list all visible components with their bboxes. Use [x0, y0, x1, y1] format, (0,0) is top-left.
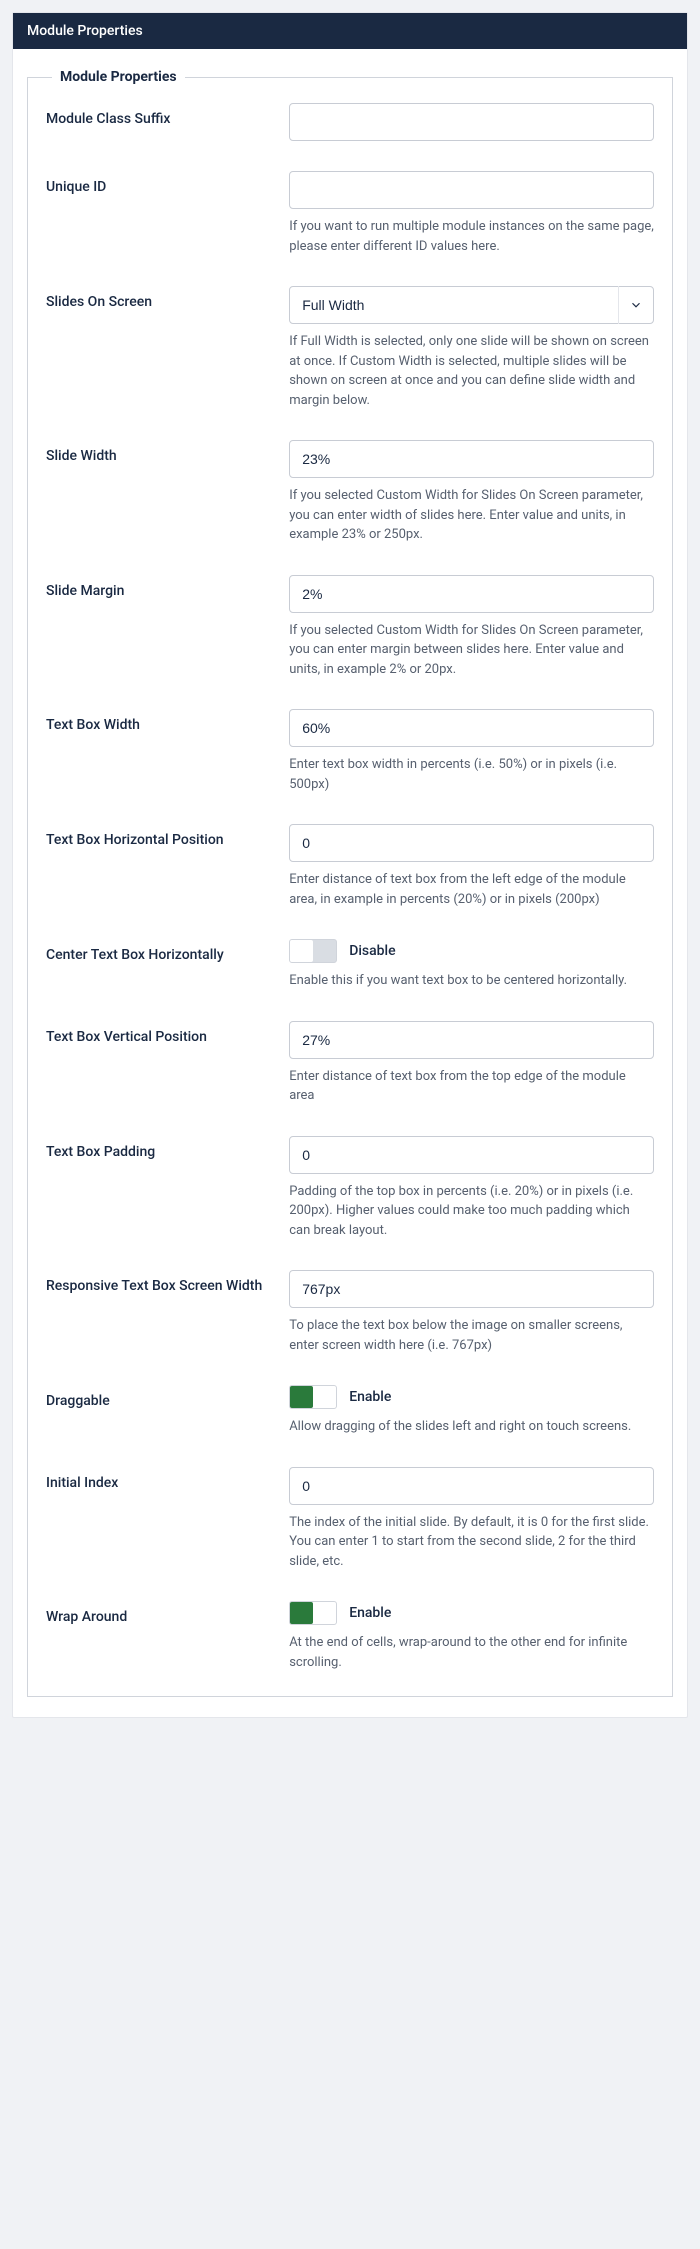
- toggle-state-center-text-box: Disable: [349, 943, 395, 959]
- field-slide-margin: Slide Margin If you selected Custom Widt…: [46, 575, 654, 680]
- help-wrap-around: At the end of cells, wrap-around to the …: [289, 1633, 654, 1672]
- help-draggable: Allow dragging of the slides left and ri…: [289, 1417, 654, 1437]
- label-text-box-horizontal: Text Box Horizontal Position: [46, 824, 289, 848]
- field-text-box-horizontal: Text Box Horizontal Position Enter dista…: [46, 824, 654, 909]
- input-text-box-horizontal[interactable]: [289, 824, 654, 862]
- field-wrap-around: Wrap Around Enable At the end of cells, …: [46, 1601, 654, 1672]
- label-text-box-width: Text Box Width: [46, 709, 289, 733]
- help-text-box-padding: Padding of the top box in percents (i.e.…: [289, 1182, 654, 1241]
- label-text-box-vertical: Text Box Vertical Position: [46, 1021, 289, 1045]
- field-text-box-width: Text Box Width Enter text box width in p…: [46, 709, 654, 794]
- label-unique-id: Unique ID: [46, 171, 289, 195]
- group-legend: Module Properties: [52, 69, 185, 85]
- label-draggable: Draggable: [46, 1385, 289, 1409]
- panel-header: Module Properties: [13, 13, 687, 49]
- toggle-wrap-around[interactable]: [289, 1601, 337, 1625]
- field-slide-width: Slide Width If you selected Custom Width…: [46, 440, 654, 545]
- label-initial-index: Initial Index: [46, 1467, 289, 1491]
- field-responsive-width: Responsive Text Box Screen Width To plac…: [46, 1270, 654, 1355]
- toggle-center-text-box[interactable]: [289, 939, 337, 963]
- help-center-text-box: Enable this if you want text box to be c…: [289, 971, 654, 991]
- label-slide-margin: Slide Margin: [46, 575, 289, 599]
- module-properties-group: Module Properties Module Class Suffix Un…: [27, 69, 673, 1697]
- panel-body: Module Properties Module Class Suffix Un…: [13, 49, 687, 1717]
- field-center-text-box: Center Text Box Horizontally Disable Ena…: [46, 939, 654, 991]
- label-center-text-box: Center Text Box Horizontally: [46, 939, 289, 963]
- field-text-box-vertical: Text Box Vertical Position Enter distanc…: [46, 1021, 654, 1106]
- input-initial-index[interactable]: [289, 1467, 654, 1505]
- help-text-box-width: Enter text box width in percents (i.e. 5…: [289, 755, 654, 794]
- field-text-box-padding: Text Box Padding Padding of the top box …: [46, 1136, 654, 1241]
- field-unique-id: Unique ID If you want to run multiple mo…: [46, 171, 654, 256]
- field-slides-on-screen: Slides On Screen Full Width If Full Widt…: [46, 286, 654, 410]
- help-responsive-width: To place the text box below the image on…: [289, 1316, 654, 1355]
- input-text-box-padding[interactable]: [289, 1136, 654, 1174]
- help-text-box-vertical: Enter distance of text box from the top …: [289, 1067, 654, 1106]
- field-module-class-suffix: Module Class Suffix: [46, 103, 654, 141]
- select-slides-on-screen[interactable]: Full Width: [289, 286, 654, 324]
- input-module-class-suffix[interactable]: [289, 103, 654, 141]
- toggle-state-draggable: Enable: [349, 1389, 391, 1405]
- module-properties-panel: Module Properties Module Properties Modu…: [12, 12, 688, 1718]
- input-slide-width[interactable]: [289, 440, 654, 478]
- help-initial-index: The index of the initial slide. By defau…: [289, 1513, 654, 1572]
- toggle-state-wrap-around: Enable: [349, 1605, 391, 1621]
- toggle-draggable[interactable]: [289, 1385, 337, 1409]
- label-slides-on-screen: Slides On Screen: [46, 286, 289, 310]
- panel-title: Module Properties: [27, 23, 143, 39]
- help-slide-width: If you selected Custom Width for Slides …: [289, 486, 654, 545]
- input-slide-margin[interactable]: [289, 575, 654, 613]
- label-text-box-padding: Text Box Padding: [46, 1136, 289, 1160]
- help-unique-id: If you want to run multiple module insta…: [289, 217, 654, 256]
- help-slides-on-screen: If Full Width is selected, only one slid…: [289, 332, 654, 410]
- field-initial-index: Initial Index The index of the initial s…: [46, 1467, 654, 1572]
- label-slide-width: Slide Width: [46, 440, 289, 464]
- input-unique-id[interactable]: [289, 171, 654, 209]
- help-text-box-horizontal: Enter distance of text box from the left…: [289, 870, 654, 909]
- input-text-box-vertical[interactable]: [289, 1021, 654, 1059]
- label-wrap-around: Wrap Around: [46, 1601, 289, 1625]
- field-draggable: Draggable Enable Allow dragging of the s…: [46, 1385, 654, 1437]
- input-text-box-width[interactable]: [289, 709, 654, 747]
- label-responsive-width: Responsive Text Box Screen Width: [46, 1270, 289, 1294]
- label-module-class-suffix: Module Class Suffix: [46, 103, 289, 127]
- help-slide-margin: If you selected Custom Width for Slides …: [289, 621, 654, 680]
- input-responsive-width[interactable]: [289, 1270, 654, 1308]
